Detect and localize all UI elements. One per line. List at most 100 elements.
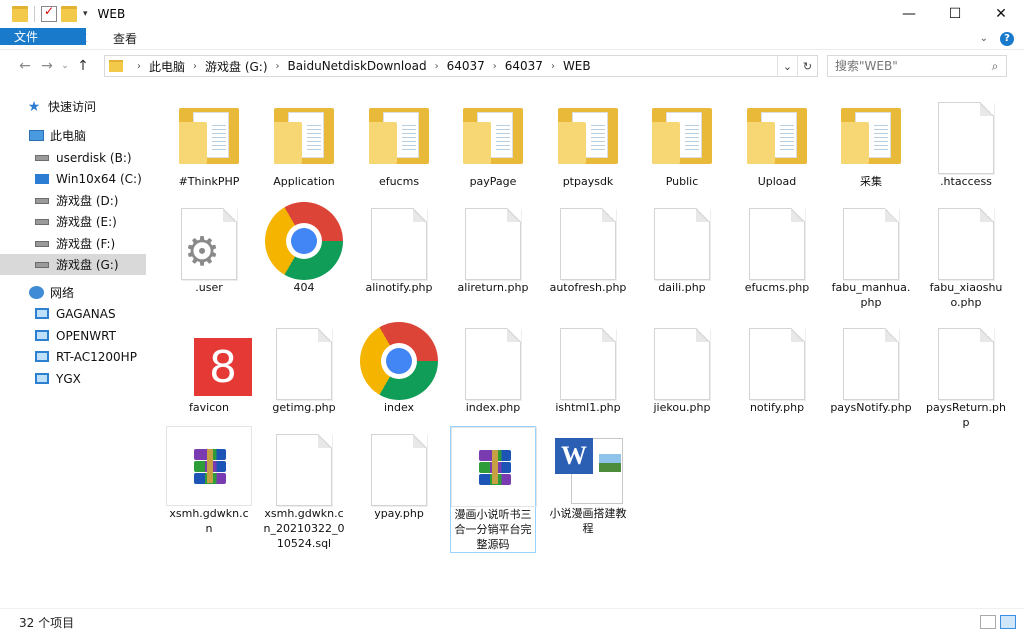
- item-count: 32 个项目: [19, 616, 75, 630]
- breadcrumb-item[interactable]: 64037: [447, 59, 485, 73]
- chevron-right-icon[interactable]: ›: [193, 61, 197, 72]
- folder-icon: [261, 94, 347, 174]
- file-item[interactable]: W 小说漫画搭建教程: [545, 426, 631, 536]
- large-icons-view-button[interactable]: [1000, 615, 1016, 629]
- monitor-icon: [34, 350, 50, 364]
- address-bar[interactable]: › 此电脑 › 游戏盘 (G:) › BaiduNetdiskDownload …: [104, 55, 818, 77]
- file-item[interactable]: 采集: [828, 94, 914, 189]
- file-item[interactable]: Application: [261, 94, 347, 189]
- maximize-button[interactable]: ☐: [932, 0, 978, 28]
- drive-icon: [34, 215, 50, 229]
- file-item[interactable]: getimg.php: [261, 320, 347, 415]
- file-icon: [734, 200, 820, 280]
- file-icon: [450, 320, 536, 400]
- nav-this-pc[interactable]: 此电脑: [0, 125, 146, 146]
- breadcrumb-item[interactable]: 此电脑: [149, 58, 185, 75]
- back-button[interactable]: ←: [14, 58, 36, 74]
- properties-icon[interactable]: [41, 4, 57, 22]
- nav-host-ygx[interactable]: YGX: [0, 368, 146, 389]
- expand-ribbon-icon[interactable]: ⌄: [980, 33, 988, 44]
- nav-drive-f[interactable]: 游戏盘 (F:): [0, 233, 146, 254]
- file-item[interactable]: Upload: [734, 94, 820, 189]
- file-name: ypay.php: [374, 507, 424, 520]
- breadcrumb-item[interactable]: WEB: [563, 59, 591, 73]
- close-button[interactable]: ✕: [978, 0, 1024, 28]
- tab-file[interactable]: 文件: [0, 28, 86, 45]
- new-folder-icon[interactable]: [61, 6, 77, 22]
- file-item[interactable]: index.php: [450, 320, 536, 415]
- file-item[interactable]: xsmh.gdwkn.cn: [166, 426, 252, 536]
- file-item[interactable]: ⚙ .user: [166, 200, 252, 295]
- file-item[interactable]: alireturn.php: [450, 200, 536, 295]
- file-name: index: [383, 401, 415, 414]
- file-item[interactable]: jiekou.php: [639, 320, 725, 415]
- customize-dropdown-icon[interactable]: ▾: [83, 9, 88, 19]
- nav-drive-e[interactable]: 游戏盘 (E:): [0, 211, 146, 232]
- file-item[interactable]: 8 favicon: [166, 320, 252, 415]
- nav-label: 游戏盘 (F:): [56, 237, 116, 251]
- refresh-icon[interactable]: ↻: [797, 56, 817, 76]
- minimize-button[interactable]: —: [886, 0, 932, 28]
- file-item[interactable]: ypay.php: [356, 426, 442, 521]
- nav-drive-b[interactable]: userdisk (B:): [0, 147, 146, 168]
- file-item[interactable]: ptpaysdk: [545, 94, 631, 189]
- search-input[interactable]: [828, 59, 984, 73]
- chevron-right-icon[interactable]: ›: [435, 61, 439, 72]
- search-icon[interactable]: ⌕: [984, 59, 1006, 74]
- chevron-right-icon[interactable]: ›: [493, 61, 497, 72]
- file-item[interactable]: daili.php: [639, 200, 725, 295]
- nav-drive-c[interactable]: Win10x64 (C:): [0, 168, 146, 189]
- address-dropdown-icon[interactable]: ⌄: [777, 56, 797, 76]
- file-item[interactable]: efucms: [356, 94, 442, 189]
- file-item[interactable]: notify.php: [734, 320, 820, 415]
- folder-icon: [450, 94, 536, 174]
- breadcrumb-item[interactable]: BaiduNetdiskDownload: [288, 59, 427, 73]
- forward-button[interactable]: →: [36, 58, 58, 74]
- file-item[interactable]: payPage: [450, 94, 536, 189]
- breadcrumb-item[interactable]: 64037: [505, 59, 543, 73]
- recent-locations-icon[interactable]: ⌄: [58, 61, 72, 71]
- file-item[interactable]: autofresh.php: [545, 200, 631, 295]
- details-view-button[interactable]: [980, 615, 996, 629]
- monitor-icon: [34, 307, 50, 321]
- chevron-right-icon[interactable]: ›: [276, 61, 280, 72]
- file-name: 小说漫画搭建教程: [549, 507, 627, 535]
- nav-label: userdisk (B:): [56, 150, 132, 165]
- file-icon: [923, 200, 1009, 280]
- chevron-right-icon[interactable]: ›: [137, 61, 141, 72]
- separator: [34, 6, 35, 22]
- file-item[interactable]: 404: [261, 200, 347, 295]
- nav-host-rt-ac1200hp[interactable]: RT-AC1200HP: [0, 346, 146, 367]
- nav-drive-g[interactable]: 游戏盘 (G:): [0, 254, 146, 275]
- nav-network[interactable]: 网络: [0, 282, 146, 303]
- file-item[interactable]: efucms.php: [734, 200, 820, 295]
- help-icon[interactable]: ?: [1000, 31, 1014, 46]
- file-item[interactable]: fabu_manhua.php: [828, 200, 914, 310]
- drive-icon: [34, 258, 50, 272]
- file-item[interactable]: ishtml1.php: [545, 320, 631, 415]
- file-item[interactable]: fabu_xiaoshuo.php: [923, 200, 1009, 310]
- file-item[interactable]: paysNotify.php: [828, 320, 914, 415]
- nav-label: OPENWRT: [56, 328, 116, 343]
- file-name: notify.php: [749, 401, 805, 414]
- file-item[interactable]: xsmh.gdwkn.cn_20210322_010524.sql: [261, 426, 347, 551]
- file-item[interactable]: #ThinkPHP: [166, 94, 252, 189]
- nav-quick-access[interactable]: ★ 快速访问: [0, 96, 146, 117]
- file-item[interactable]: alinotify.php: [356, 200, 442, 295]
- file-icon: [639, 320, 725, 400]
- favicon-icon: 8: [166, 320, 252, 400]
- up-button[interactable]: ↑: [72, 58, 94, 74]
- file-item[interactable]: Public: [639, 94, 725, 189]
- file-item[interactable]: 漫画小说听书三合一分销平台完整源码: [450, 426, 537, 553]
- chevron-right-icon[interactable]: ›: [551, 61, 555, 72]
- rar-icon: [451, 427, 537, 507]
- rar-icon: [166, 426, 252, 506]
- tab-view[interactable]: 查看: [100, 28, 150, 49]
- file-item[interactable]: index: [356, 320, 442, 415]
- nav-host-openwrt[interactable]: OPENWRT: [0, 325, 146, 346]
- file-item[interactable]: .htaccess: [923, 94, 1009, 189]
- file-item[interactable]: paysReturn.php: [923, 320, 1009, 430]
- breadcrumb-item[interactable]: 游戏盘 (G:): [205, 58, 268, 75]
- nav-host-gaganas[interactable]: GAGANAS: [0, 303, 146, 324]
- nav-drive-d[interactable]: 游戏盘 (D:): [0, 190, 146, 211]
